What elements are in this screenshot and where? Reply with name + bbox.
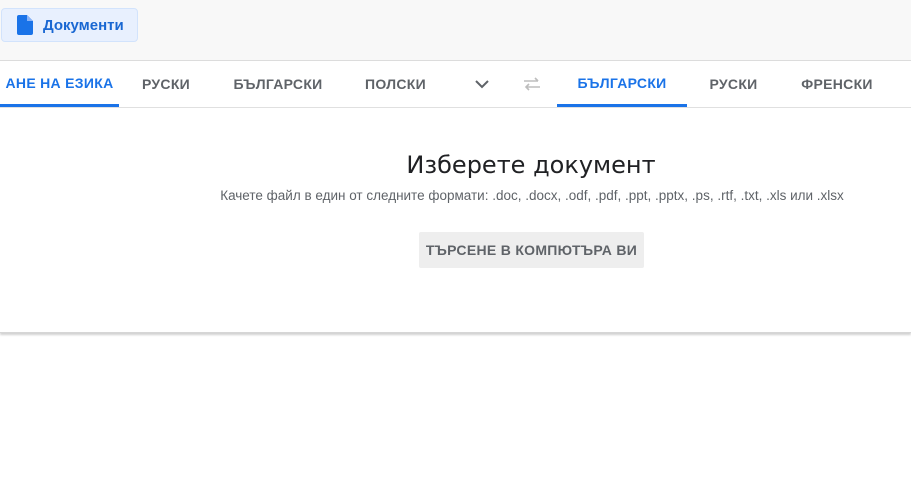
top-bar: Документи — [0, 0, 911, 61]
document-upload-card: Изберете документ Качете файл в един от … — [0, 108, 911, 333]
source-tab-label: БЪЛГАРСКИ — [233, 76, 323, 92]
chevron-down-icon[interactable] — [470, 72, 494, 96]
documents-button[interactable]: Документи — [1, 8, 138, 42]
document-icon — [17, 15, 33, 35]
target-tab-russian[interactable]: РУСКИ — [687, 61, 780, 107]
source-tab-russian[interactable]: РУСКИ — [119, 61, 213, 107]
upload-title: Изберете документ — [406, 151, 656, 179]
upload-formats-text: Качете файл в един от следните формати: … — [220, 188, 844, 203]
documents-button-label: Документи — [43, 16, 124, 34]
browse-computer-button[interactable]: ТЪРСЕНЕ В КОМПЮТЪРА ВИ — [419, 232, 644, 268]
language-bar: АНЕ НА ЕЗИКА РУСКИ БЪЛГАРСКИ ПОЛСКИ БЪЛГ… — [0, 61, 911, 108]
source-tab-detect-language[interactable]: АНЕ НА ЕЗИКА — [0, 61, 119, 107]
target-tab-bulgarian[interactable]: БЪЛГАРСКИ — [557, 61, 687, 107]
source-tab-label: ПОЛСКИ — [365, 76, 426, 92]
source-tab-label: РУСКИ — [141, 76, 191, 92]
target-tab-label: РУСКИ — [709, 76, 758, 92]
target-tab-label: БЪЛГАРСКИ — [577, 74, 667, 91]
target-tab-french[interactable]: ФРЕНСКИ — [780, 61, 894, 107]
source-tab-polish[interactable]: ПОЛСКИ — [343, 61, 448, 107]
source-tab-bulgarian[interactable]: БЪЛГАРСКИ — [213, 61, 343, 107]
target-tab-label: ФРЕНСКИ — [801, 76, 873, 92]
source-tab-label: АНЕ НА ЕЗИКА — [5, 74, 114, 91]
swap-languages-icon[interactable] — [520, 72, 544, 96]
